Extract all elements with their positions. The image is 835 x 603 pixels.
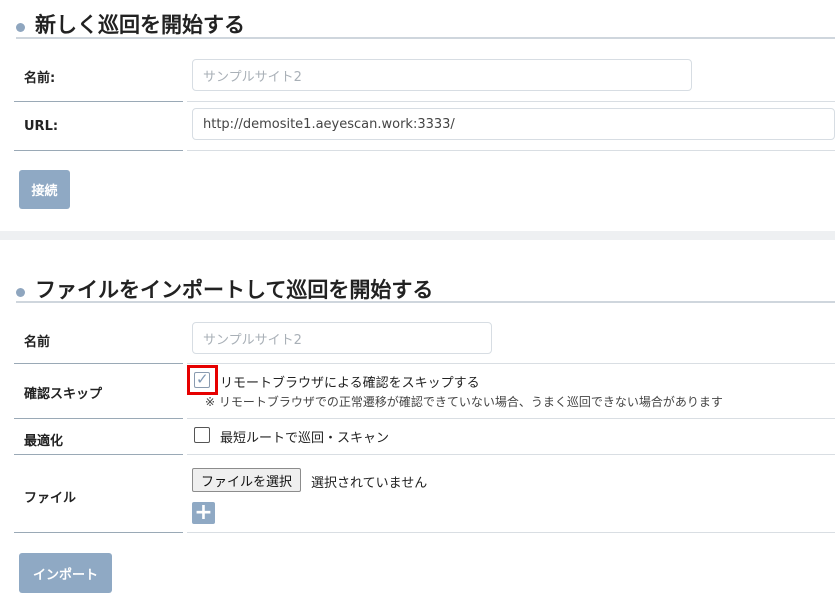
bullet-icon xyxy=(16,22,25,32)
row-divider xyxy=(187,101,835,102)
row-divider xyxy=(14,101,183,102)
file-status: 選択されていません xyxy=(311,476,428,491)
optimize-checkbox-label[interactable]: 最短ルートで巡回・スキャン xyxy=(220,427,389,446)
row-divider xyxy=(187,454,835,455)
name-label: 名前: xyxy=(24,71,56,86)
skip-label: 確認スキップ xyxy=(24,387,103,402)
file-select-button[interactable]: ファイルを選択 xyxy=(192,468,302,492)
import-name-input[interactable]: サンプルサイト2 xyxy=(192,322,492,354)
optimize-label: 最適化 xyxy=(24,434,64,449)
optimize-checkbox[interactable] xyxy=(194,427,210,443)
skip-note: ※ リモートブラウザでの正常遷移が確認できていない場合、うまく巡回できない場合が… xyxy=(205,395,723,409)
title-underline xyxy=(16,301,835,303)
row-divider xyxy=(14,363,183,364)
row-divider xyxy=(187,150,835,151)
bullet-icon xyxy=(16,287,25,297)
url-input[interactable]: http://demosite1.aeyescan.work:3333/ xyxy=(192,108,835,140)
url-label: URL: xyxy=(24,119,59,134)
row-divider xyxy=(187,532,835,533)
add-file-button[interactable]: + xyxy=(192,502,215,524)
section-divider xyxy=(0,231,835,240)
connect-button[interactable]: 接続 xyxy=(19,170,70,209)
row-divider xyxy=(14,150,183,151)
row-divider xyxy=(14,532,183,533)
section-title-new-crawl: 新しく巡回を開始する xyxy=(16,9,245,39)
row-divider xyxy=(187,418,835,419)
name-input[interactable]: サンプルサイト2 xyxy=(192,59,692,91)
import-button[interactable]: インポート xyxy=(19,553,112,593)
row-divider xyxy=(187,363,835,364)
import-name-label: 名前 xyxy=(24,335,51,350)
section-title-text: ファイルをインポートして巡回を開始する xyxy=(35,278,434,302)
highlight-box xyxy=(187,365,218,395)
title-underline xyxy=(16,37,835,39)
file-label: ファイル xyxy=(24,491,77,506)
section-title-import: ファイルをインポートして巡回を開始する xyxy=(16,274,433,304)
row-divider xyxy=(14,418,183,419)
plus-icon: + xyxy=(194,500,213,525)
section-title-text: 新しく巡回を開始する xyxy=(35,13,245,37)
skip-checkbox-label[interactable]: リモートブラウザによる確認をスキップする xyxy=(220,372,480,391)
row-divider xyxy=(14,454,183,455)
